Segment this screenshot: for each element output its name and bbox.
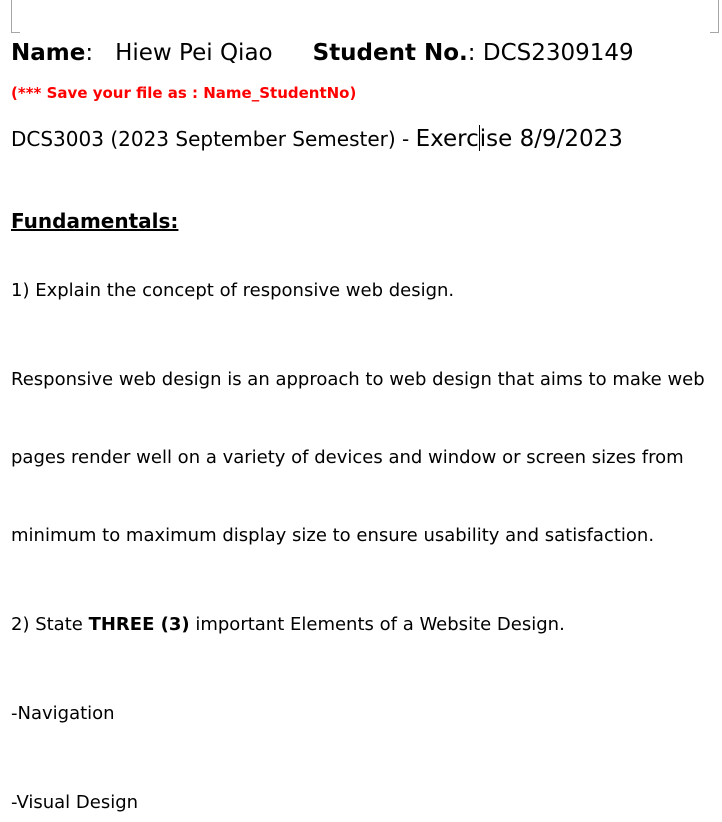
student-no-colon: : xyxy=(467,40,476,66)
student-no-value: DCS2309149 xyxy=(482,40,634,66)
header-line: Name: Hiew Pei Qiao Student No.: DCS230914… xyxy=(11,42,634,65)
crop-mark-top-right xyxy=(710,0,719,33)
question-1: 1) Explain the concept of responsive web… xyxy=(11,280,455,301)
save-note: (*** Save your file as : Name_StudentNo) xyxy=(11,84,357,102)
name-label: Name xyxy=(11,40,86,66)
crop-mark-top-left xyxy=(11,0,20,33)
course-line[interactable]: DCS3003 (2023 September Semester) - Exer… xyxy=(11,125,623,151)
name-colon: : xyxy=(85,40,94,66)
course-text: DCS3003 (2023 September Semester) - xyxy=(11,127,416,151)
name-value: Hiew Pei Qiao xyxy=(115,40,273,66)
section-title: Fundamentals: xyxy=(11,209,179,233)
question-2-emphasis: THREE (3) xyxy=(88,614,190,635)
answer-1-line-3: minimum to maximum display size to ensur… xyxy=(11,525,655,546)
answer-1-line-2: pages render well on a variety of device… xyxy=(11,447,684,468)
student-no-label: Student No. xyxy=(312,40,468,66)
element-item-navigation: -Navigation xyxy=(11,703,115,724)
answer-1-line-1: Responsive web design is an approach to … xyxy=(11,369,705,390)
element-item-visual-design: -Visual Design xyxy=(11,792,139,813)
exercise-text: Exercise 8/9/2023 xyxy=(415,125,623,152)
question-2: 2) State THREE (3) important Elements of… xyxy=(11,614,565,635)
